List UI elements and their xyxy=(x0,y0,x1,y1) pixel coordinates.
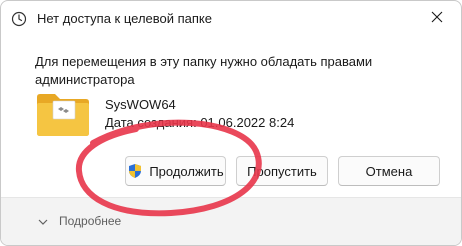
continue-button[interactable]: Продолжить xyxy=(125,156,226,186)
skip-label: Пропустить xyxy=(247,163,317,179)
dialog-window: Нет доступа к целевой папке Для перемеще… xyxy=(0,0,462,246)
window-title: Нет доступа к целевой папке xyxy=(37,11,212,26)
folder-icon xyxy=(35,91,91,137)
chevron-down-icon xyxy=(37,215,49,227)
cancel-button[interactable]: Отмена xyxy=(338,156,440,186)
cancel-label: Отмена xyxy=(365,163,413,179)
close-button[interactable] xyxy=(417,3,457,35)
details-label: Подробнее xyxy=(59,214,122,228)
continue-label: Продолжить xyxy=(149,163,224,179)
dialog-footer: Подробнее xyxy=(1,198,461,245)
uac-shield-icon xyxy=(127,163,143,179)
clock-icon xyxy=(11,11,27,27)
details-toggle[interactable]: Подробнее xyxy=(37,214,121,228)
title-bar: Нет доступа к целевой папке xyxy=(1,1,461,37)
dialog-message: Для перемещения в эту папку нужно облада… xyxy=(35,54,373,87)
file-info: SysWOW64 Дата создания: 01.06.2022 8:24 xyxy=(35,91,335,141)
close-icon xyxy=(431,10,443,28)
file-date: Дата создания: 01.06.2022 8:24 xyxy=(105,115,295,130)
file-name: SysWOW64 xyxy=(105,97,176,112)
skip-button[interactable]: Пропустить xyxy=(236,156,328,186)
